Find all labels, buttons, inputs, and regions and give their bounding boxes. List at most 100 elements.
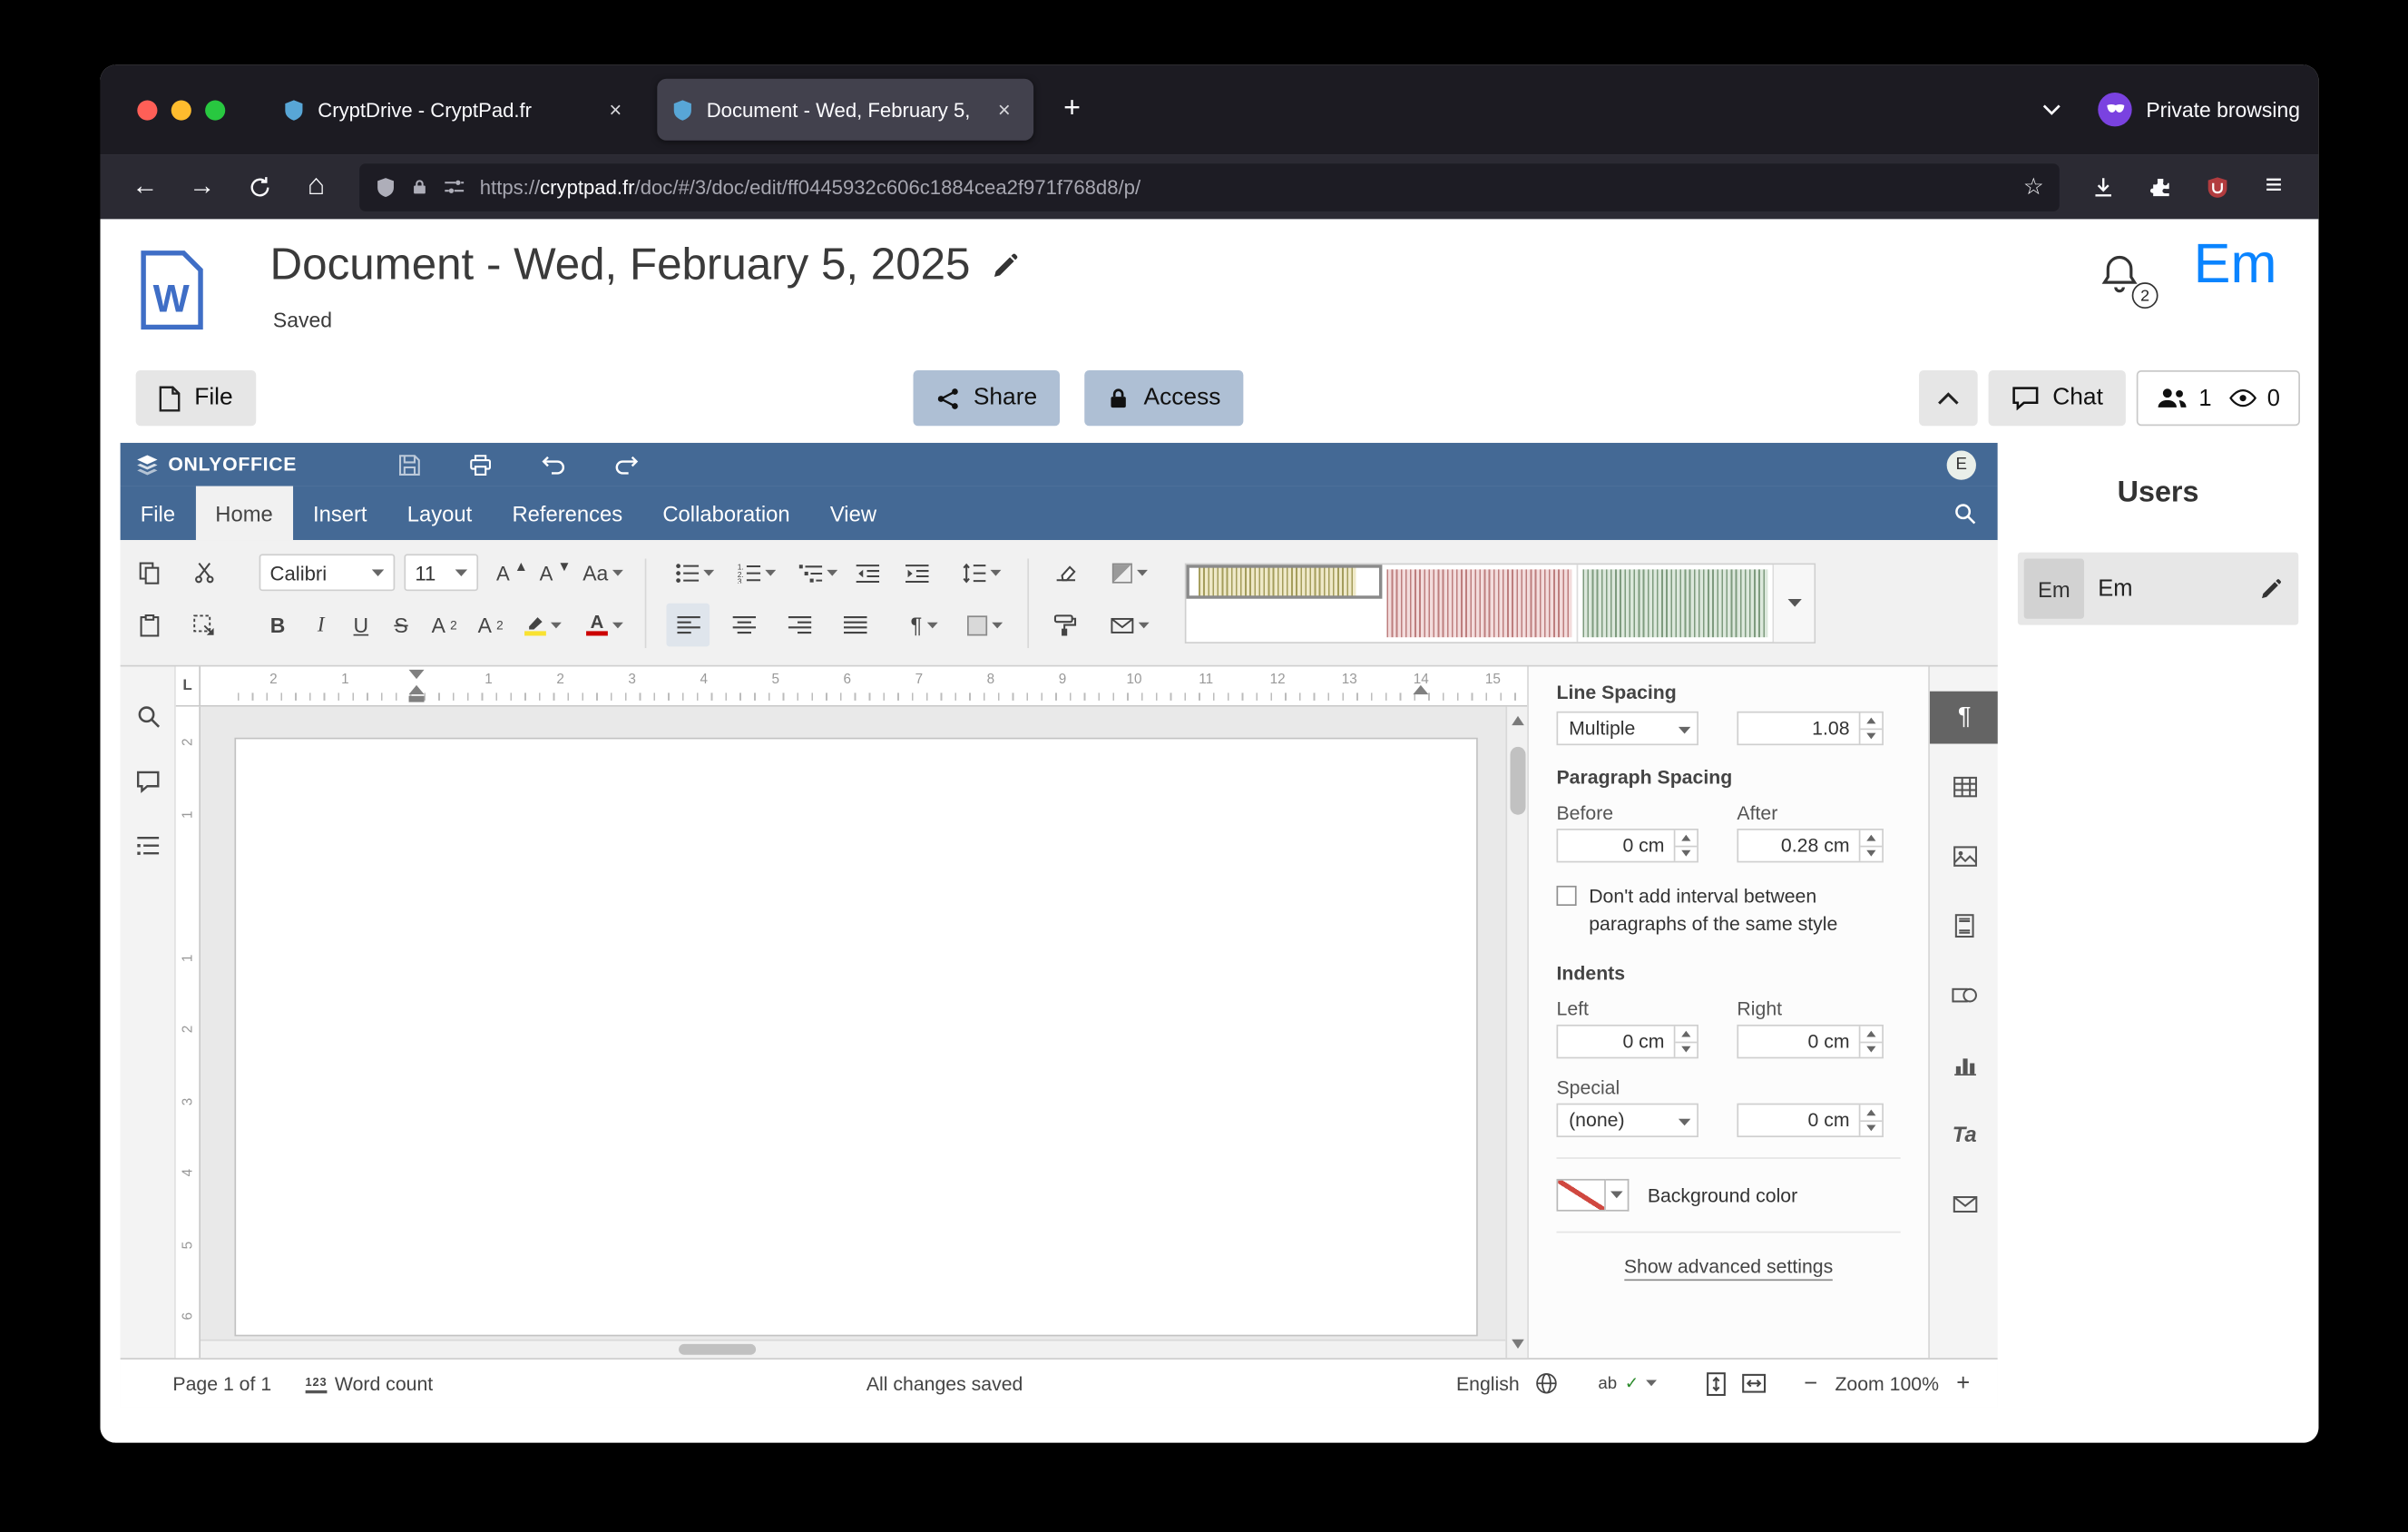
special-indent-select[interactable]: (none): [1557, 1104, 1698, 1137]
copy-style-icon[interactable]: [1042, 604, 1086, 647]
decrement-font-icon[interactable]: A▼: [533, 551, 577, 594]
header-footer-settings-icon[interactable]: [1930, 899, 2000, 952]
language-label[interactable]: English: [1456, 1372, 1520, 1394]
bold-button[interactable]: B: [256, 604, 299, 647]
highlight-color-dropdown[interactable]: [515, 604, 571, 647]
horizontal-scrollbar[interactable]: [201, 1340, 1505, 1358]
paragraph-shading-dropdown[interactable]: [1100, 551, 1159, 594]
print-icon[interactable]: [460, 447, 500, 481]
menu-tab-collaboration[interactable]: Collaboration: [642, 486, 809, 541]
close-tab-icon[interactable]: ×: [600, 94, 631, 125]
special-indent-spinner[interactable]: 0 cm: [1737, 1104, 1884, 1137]
align-justify-button[interactable]: [833, 604, 876, 647]
decrease-indent-icon[interactable]: [846, 551, 889, 594]
menu-hamburger-icon[interactable]: ≡: [2247, 163, 2300, 210]
strikethrough-button[interactable]: S: [379, 604, 423, 647]
user-avatar-initials[interactable]: Em: [2194, 231, 2277, 296]
downloads-icon[interactable]: [2076, 163, 2129, 210]
bookmark-star-icon[interactable]: ☆: [2023, 172, 2044, 201]
spellcheck-button[interactable]: ab✓: [1598, 1373, 1657, 1393]
no-interval-checkbox[interactable]: [1557, 886, 1577, 906]
indent-right-spinner[interactable]: 0 cm: [1737, 1025, 1884, 1058]
file-menu-button[interactable]: File: [136, 370, 257, 426]
zoom-window-button[interactable]: [205, 100, 225, 120]
italic-button[interactable]: I: [299, 604, 343, 647]
nonprinting-characters-dropdown[interactable]: ¶: [898, 604, 951, 647]
edit-title-pencil-icon[interactable]: [992, 253, 1018, 280]
fit-width-icon[interactable]: [1742, 1373, 1767, 1393]
style-preview-no-spacing[interactable]: [1382, 565, 1578, 642]
comments-icon[interactable]: [124, 756, 171, 805]
textart-settings-icon[interactable]: Ta: [1930, 1108, 2000, 1161]
ublock-icon[interactable]: [2190, 163, 2243, 210]
user-list-item[interactable]: Em Em: [2018, 553, 2298, 625]
first-line-indent-marker[interactable]: [409, 670, 425, 679]
multilevel-list-dropdown[interactable]: [790, 551, 846, 594]
copy-icon[interactable]: [128, 551, 171, 594]
collapse-toolbar-button[interactable]: [1918, 370, 1977, 426]
find-icon[interactable]: [124, 692, 171, 741]
line-spacing-dropdown[interactable]: [954, 551, 1009, 594]
font-name-select[interactable]: Calibri: [259, 554, 396, 591]
zoom-level-label[interactable]: Zoom 100%: [1833, 1372, 1941, 1394]
menu-tab-layout[interactable]: Layout: [387, 486, 493, 541]
style-preview-normal[interactable]: [1186, 565, 1382, 598]
numbering-dropdown[interactable]: 1.2.3.: [728, 551, 783, 594]
search-icon[interactable]: [1932, 486, 1998, 541]
style-preview-heading[interactable]: [1578, 565, 1774, 642]
close-window-button[interactable]: [137, 100, 157, 120]
font-color-dropdown[interactable]: A: [577, 604, 632, 647]
align-left-button[interactable]: [666, 604, 710, 647]
horizontal-scrollbar-thumb[interactable]: [679, 1344, 756, 1355]
list-all-tabs-chevron-icon[interactable]: [2031, 88, 2074, 132]
align-right-button[interactable]: [778, 604, 821, 647]
notifications-bell-icon[interactable]: 2: [2097, 250, 2149, 305]
minimize-window-button[interactable]: [171, 100, 191, 120]
align-center-button[interactable]: [722, 604, 766, 647]
menu-tab-insert[interactable]: Insert: [293, 486, 387, 541]
font-size-select[interactable]: 11: [404, 554, 478, 591]
lock-icon[interactable]: [410, 176, 428, 198]
spacing-before-spinner[interactable]: 0 cm: [1557, 829, 1698, 862]
chart-settings-icon[interactable]: [1930, 1038, 2000, 1091]
browser-tab-document[interactable]: Document - Wed, February 5, 2 ×: [657, 79, 1033, 141]
url-bar[interactable]: https://cryptpad.fr/doc/#/3/doc/edit/ff0…: [359, 162, 2060, 211]
scroll-down-arrow[interactable]: [1512, 1340, 1524, 1349]
new-tab-button[interactable]: +: [1049, 86, 1095, 133]
browser-tab-cryptdrive[interactable]: CryptDrive - CryptPad.fr ×: [269, 79, 645, 141]
indent-left-spinner[interactable]: 0 cm: [1557, 1025, 1698, 1058]
cut-icon[interactable]: [182, 551, 226, 594]
underline-button[interactable]: U: [339, 604, 383, 647]
save-icon[interactable]: [389, 447, 429, 481]
navigation-headings-icon[interactable]: [124, 821, 171, 870]
home-icon[interactable]: ⌂: [290, 163, 343, 210]
styles-gallery-expand-button[interactable]: [1774, 565, 1814, 642]
paragraph-settings-icon[interactable]: ¶: [1930, 692, 2000, 744]
vertical-scrollbar-thumb[interactable]: [1510, 747, 1525, 815]
shading-dropdown[interactable]: [956, 604, 1012, 647]
menu-tab-home[interactable]: Home: [195, 486, 293, 541]
shape-settings-icon[interactable]: [1930, 969, 2000, 1022]
chat-button[interactable]: Chat: [1988, 370, 2127, 426]
image-settings-icon[interactable]: [1930, 830, 2000, 883]
share-button[interactable]: Share: [914, 370, 1061, 426]
left-indent-marker[interactable]: [409, 696, 425, 702]
collaborator-avatar[interactable]: E: [1947, 450, 1976, 479]
vertical-scrollbar[interactable]: [1505, 707, 1527, 1358]
right-indent-marker[interactable]: [1413, 685, 1428, 694]
redo-icon[interactable]: [605, 447, 645, 481]
zoom-out-button[interactable]: −: [1804, 1370, 1817, 1397]
word-count-button[interactable]: 123 Word count: [306, 1372, 434, 1394]
background-color-dropdown[interactable]: [1606, 1179, 1630, 1212]
extensions-puzzle-icon[interactable]: [2133, 163, 2186, 210]
increase-indent-icon[interactable]: [895, 551, 938, 594]
edit-user-pencil-icon[interactable]: [2260, 578, 2282, 600]
change-case-dropdown[interactable]: Aa: [577, 551, 630, 594]
hanging-indent-marker[interactable]: [409, 685, 425, 694]
vertical-ruler[interactable]: 21123456: [176, 707, 201, 1358]
zoom-in-button[interactable]: +: [1956, 1370, 1970, 1397]
close-tab-icon[interactable]: ×: [989, 94, 1020, 125]
tracking-protection-shield-icon[interactable]: [375, 175, 396, 199]
select-all-icon[interactable]: [182, 604, 226, 647]
bullets-dropdown[interactable]: [666, 551, 721, 594]
